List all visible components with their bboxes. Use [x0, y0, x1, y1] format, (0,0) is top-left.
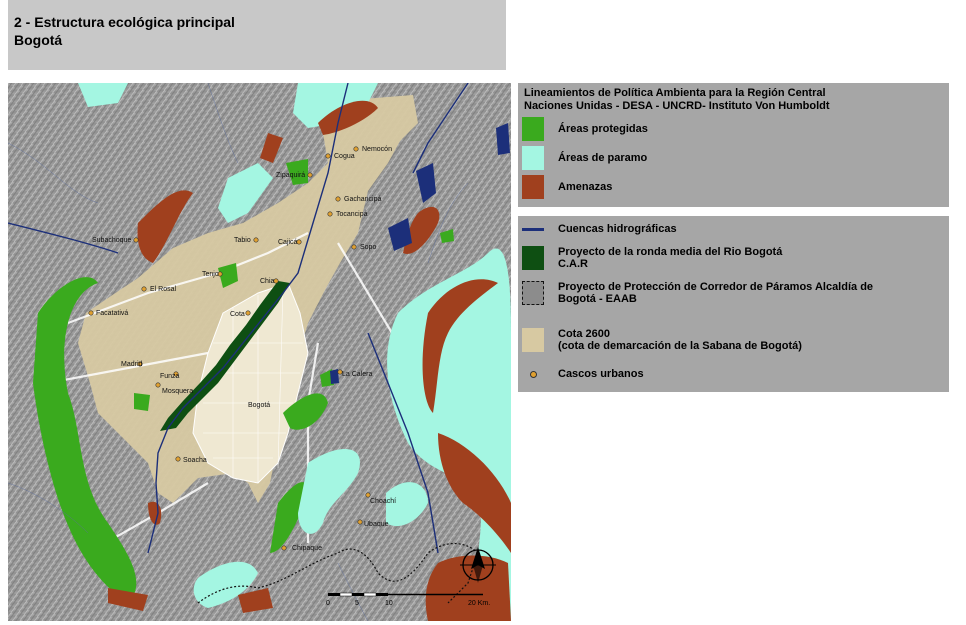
legend-label: Proyecto de la ronda media del Rio Bogot…	[558, 246, 783, 258]
svg-text:Choachí: Choachí	[370, 498, 396, 505]
ronda-swatch	[522, 246, 544, 270]
svg-text:Cajicá: Cajicá	[278, 239, 298, 246]
svg-text:Cota: Cota	[230, 311, 245, 318]
svg-text:Tenjo: Tenjo	[202, 271, 219, 278]
legend-heading-line2: Naciones Unidas - DESA - UNCRD- Institut…	[524, 100, 830, 112]
svg-text:Facatativá: Facatativá	[96, 310, 128, 317]
legend-label: Amenazas	[558, 181, 613, 193]
town-madrid: Madrid	[121, 361, 143, 368]
town-subachoque: Subachoque	[92, 237, 139, 244]
map-canvas: Cogua Nemocón Zipaquirá Gachancipá Tocan…	[8, 83, 511, 621]
town-bogota-label: Bogotá	[248, 402, 270, 409]
legend-label: Cascos urbanos	[558, 368, 644, 380]
paramo-swatch	[522, 146, 544, 170]
svg-text:Sopo: Sopo	[360, 244, 376, 251]
scale-label-10: 10	[385, 600, 393, 607]
svg-text:Nemocón: Nemocón	[362, 146, 392, 153]
scale-label-5: 5	[355, 600, 359, 607]
svg-text:Subachoque: Subachoque	[92, 237, 131, 244]
legend-label-line2: C.A.R	[558, 258, 588, 270]
map-title: 2 - Estructura ecológica principal	[14, 14, 235, 30]
urban-dot-swatch	[530, 371, 537, 378]
svg-text:Chipaque: Chipaque	[292, 545, 322, 552]
corridor-swatch	[522, 281, 544, 305]
legend-ecological-policy: Lineamientos de Política Ambienta para l…	[518, 83, 949, 207]
scale-label-0: 0	[326, 600, 330, 607]
svg-text:Soacha: Soacha	[183, 457, 207, 464]
town-funza: Funza	[160, 371, 180, 380]
svg-text:Madrid: Madrid	[121, 361, 143, 368]
svg-text:El Rosal: El Rosal	[150, 286, 177, 293]
title-box: 2 - Estructura ecológica principal Bogot…	[8, 0, 506, 70]
svg-text:Funza: Funza	[160, 373, 180, 380]
svg-text:Gachancipá: Gachancipá	[344, 196, 381, 203]
svg-text:Tabio: Tabio	[234, 237, 251, 244]
map-panel[interactable]: Cogua Nemocón Zipaquirá Gachancipá Tocan…	[8, 83, 511, 621]
legend-label-line2: Bogotá - EAAB	[558, 293, 637, 305]
cota-swatch	[522, 328, 544, 352]
protected-areas-swatch	[522, 117, 544, 141]
svg-text:Chia: Chia	[260, 278, 275, 285]
svg-text:Cogua: Cogua	[334, 153, 355, 160]
svg-text:Ubaque: Ubaque	[364, 521, 389, 528]
legend-label: Cuencas hidrográficas	[558, 223, 677, 235]
svg-text:Zipaquirá: Zipaquirá	[276, 172, 305, 179]
svg-text:Tocancipá: Tocancipá	[336, 211, 368, 218]
scale-label-20: 20 Km.	[468, 600, 490, 607]
threats-swatch	[522, 175, 544, 199]
legend-label: Áreas protegidas	[558, 123, 648, 135]
legend-heading-line1: Lineamientos de Política Ambienta para l…	[524, 87, 826, 99]
legend-label-line2: (cota de demarcación de la Sabana de Bog…	[558, 340, 802, 352]
legend-label: Áreas de paramo	[558, 152, 648, 164]
svg-text:Mosquera: Mosquera	[162, 388, 193, 395]
legend-projects: Cuencas hidrográficas Proyecto de la ron…	[518, 216, 949, 392]
svg-text:La Calera: La Calera	[342, 371, 372, 378]
hydro-line-swatch	[522, 228, 544, 231]
town-la-calera: La Calera	[337, 369, 372, 378]
map-subtitle: Bogotá	[14, 32, 63, 48]
